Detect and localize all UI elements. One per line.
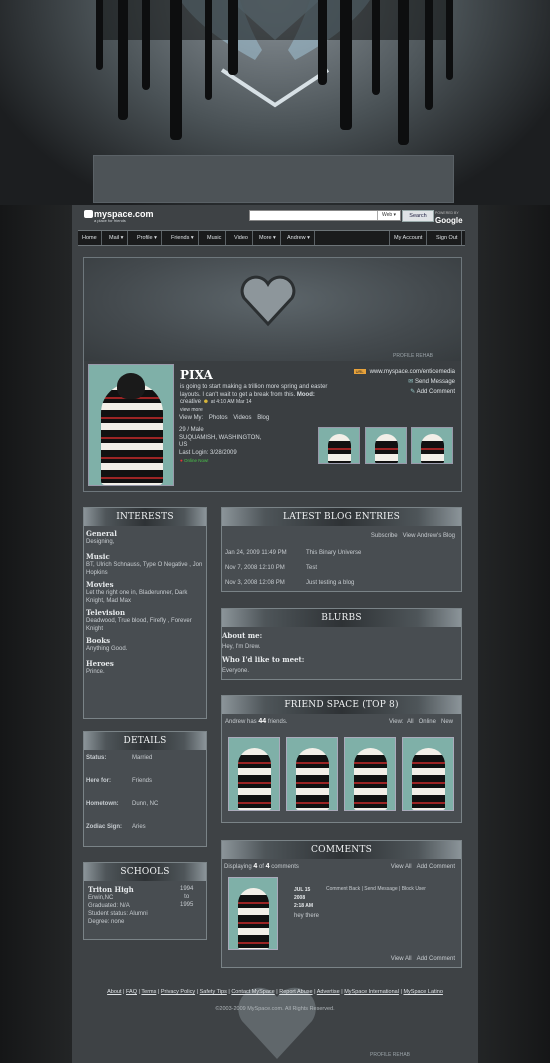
online-person-icon: ● xyxy=(180,458,183,463)
nav-andrew[interactable]: Andrew ▾ xyxy=(283,231,315,245)
search-scope-select[interactable]: Web ▾ xyxy=(377,211,400,220)
nav-more[interactable]: More ▾ xyxy=(255,231,281,245)
friend-photo[interactable] xyxy=(344,737,396,811)
blog-entry-date: Nov 3, 2008 12:08 PM xyxy=(225,580,285,586)
comments-title: COMMENTS xyxy=(222,841,461,859)
blog-entry-title[interactable]: Test xyxy=(306,564,317,572)
blog-entry-title[interactable]: This Binary Universe xyxy=(306,549,361,557)
footer-terms[interactable]: Terms xyxy=(141,989,156,995)
interests-title: INTERESTS xyxy=(84,508,206,526)
profile-name: PIXA xyxy=(180,368,213,382)
view-more-link[interactable]: view more xyxy=(180,407,203,413)
heart-icon xyxy=(240,275,296,327)
nav-friends[interactable]: Friends ▾ xyxy=(167,231,199,245)
profile-thumbnail[interactable] xyxy=(365,427,407,464)
footer-credit: PROFILE REHAB xyxy=(370,1052,411,1058)
mood-smiley-icon: ☻ xyxy=(202,399,210,405)
footer-advertise[interactable]: Advertise xyxy=(317,989,340,995)
add-comment-button[interactable]: Add Comment xyxy=(417,864,455,870)
friend-photo[interactable] xyxy=(286,737,338,811)
send-message-link[interactable]: ✉ Send Message xyxy=(340,378,455,385)
powered-by-google: POWERED BY Google xyxy=(435,211,463,225)
blog-entry-title[interactable]: Just testing a blog xyxy=(306,579,354,587)
nav-mail[interactable]: Mail ▾ xyxy=(105,231,129,245)
search-button[interactable]: Search xyxy=(402,210,434,222)
view-videos-link[interactable]: Videos xyxy=(233,415,251,421)
profile-photo[interactable] xyxy=(88,364,174,486)
top-bar: myspace.com a place for friends Web ▾ Se… xyxy=(82,206,464,228)
blog-box: LATEST BLOG ENTRIES Subscribe View Andre… xyxy=(221,507,462,592)
block-user-link[interactable]: Block User xyxy=(402,886,426,892)
myspace-logo[interactable]: myspace.com a place for friends xyxy=(84,209,154,223)
wings-heart-icon xyxy=(100,0,450,108)
nav-home[interactable]: Home xyxy=(78,231,102,245)
schools-title: SCHOOLS xyxy=(84,863,206,881)
view-blog-link[interactable]: Blog xyxy=(257,415,269,421)
copyright: ©2003-2009 MySpace.com. All Rights Reser… xyxy=(215,1006,335,1012)
add-comment-link[interactable]: ✎ Add Comment xyxy=(340,388,455,395)
profile-status: is going to start making a trillion more… xyxy=(180,384,328,413)
friend-space-title: FRIEND SPACE (TOP 8) xyxy=(222,696,461,714)
friend-photo[interactable] xyxy=(228,737,280,811)
search-input[interactable]: Web ▾ xyxy=(249,210,401,221)
url-badge-icon: URL xyxy=(353,369,366,374)
online-now-badge: ● Online Now! xyxy=(180,458,209,463)
schools-box: SCHOOLS Triton High Erwin,NC Graduated: … xyxy=(83,862,207,940)
friend-photo[interactable] xyxy=(402,737,454,811)
comment-icon: ✎ xyxy=(410,389,416,395)
footer-report-abuse[interactable]: Report Abuse xyxy=(279,989,312,995)
details-title: DETAILS xyxy=(84,732,206,750)
profile-actions: URL www.myspace.com/enticemedia ✉ Send Me… xyxy=(340,369,455,398)
footer-about[interactable]: About xyxy=(107,989,121,995)
commenter-photo[interactable] xyxy=(228,877,278,950)
main-nav: Home Mail ▾ Profile ▾ Friends ▾ Music Vi… xyxy=(78,230,465,246)
add-comment-bottom[interactable]: Add Comment xyxy=(417,956,455,962)
view-my-links: View My: Photos Videos Blog xyxy=(179,415,270,421)
comment-text: hey there xyxy=(294,913,320,919)
view-blog-link[interactable]: View Andrew's Blog xyxy=(403,533,455,539)
view-all-comments[interactable]: View All xyxy=(391,864,412,870)
nav-video[interactable]: Video xyxy=(230,231,253,245)
blurbs-title: BLURBS xyxy=(222,609,461,627)
view-online-friends[interactable]: Online xyxy=(419,719,436,725)
profile-thumbnail[interactable] xyxy=(318,427,360,464)
footer-faq[interactable]: FAQ xyxy=(126,989,137,995)
footer-privacy[interactable]: Privacy Policy xyxy=(161,989,195,995)
blurbs-box: BLURBS About me: Hey, I'm Drew. Who I'd … xyxy=(221,608,462,680)
profile-info: 29 / Male SUQUAMISH, WASHINGTON, US Last… xyxy=(179,427,262,456)
interests-box: INTERESTS General Designing, Music BT, U… xyxy=(83,507,207,719)
nav-my-account[interactable]: My Account xyxy=(389,231,428,245)
comment-back-link[interactable]: Comment Back xyxy=(326,886,360,892)
footer-links: About | FAQ | Terms | Privacy Policy | S… xyxy=(107,989,443,995)
view-all-comments-bottom[interactable]: View All xyxy=(391,956,412,962)
details-box: DETAILS Status: Married Here for: Friend… xyxy=(83,731,207,847)
blog-entry-date: Nov 7, 2008 12:10 PM xyxy=(225,565,285,571)
footer-latino[interactable]: MySpace Latino xyxy=(403,989,442,995)
footer-international[interactable]: MySpace International xyxy=(344,989,399,995)
nav-profile[interactable]: Profile ▾ xyxy=(133,231,162,245)
school-name: Triton High xyxy=(88,885,134,894)
myspace-people-icon xyxy=(84,210,93,218)
nav-music[interactable]: Music xyxy=(203,231,227,245)
ad-banner[interactable] xyxy=(93,155,454,203)
profile-thumbnail[interactable] xyxy=(411,427,453,464)
profile-url[interactable]: URL www.myspace.com/enticemedia xyxy=(340,369,455,375)
blog-title: LATEST BLOG ENTRIES xyxy=(222,508,461,526)
view-photos-link[interactable]: Photos xyxy=(209,415,228,421)
comment-send-message-link[interactable]: Send Message xyxy=(364,886,397,892)
footer-safety[interactable]: Safety Tips xyxy=(200,989,227,995)
view-all-friends[interactable]: All xyxy=(407,719,414,725)
subscribe-link[interactable]: Subscribe xyxy=(371,533,398,539)
blog-entry-date: Jan 24, 2009 11:49 PM xyxy=(225,550,287,556)
view-new-friends[interactable]: New xyxy=(441,719,453,725)
envelope-icon: ✉ xyxy=(408,379,414,385)
footer-contact[interactable]: Contact MySpace xyxy=(231,989,274,995)
hero-credit: PROFILE REHAB xyxy=(392,353,433,359)
nav-sign-out[interactable]: Sign Out xyxy=(432,231,463,245)
